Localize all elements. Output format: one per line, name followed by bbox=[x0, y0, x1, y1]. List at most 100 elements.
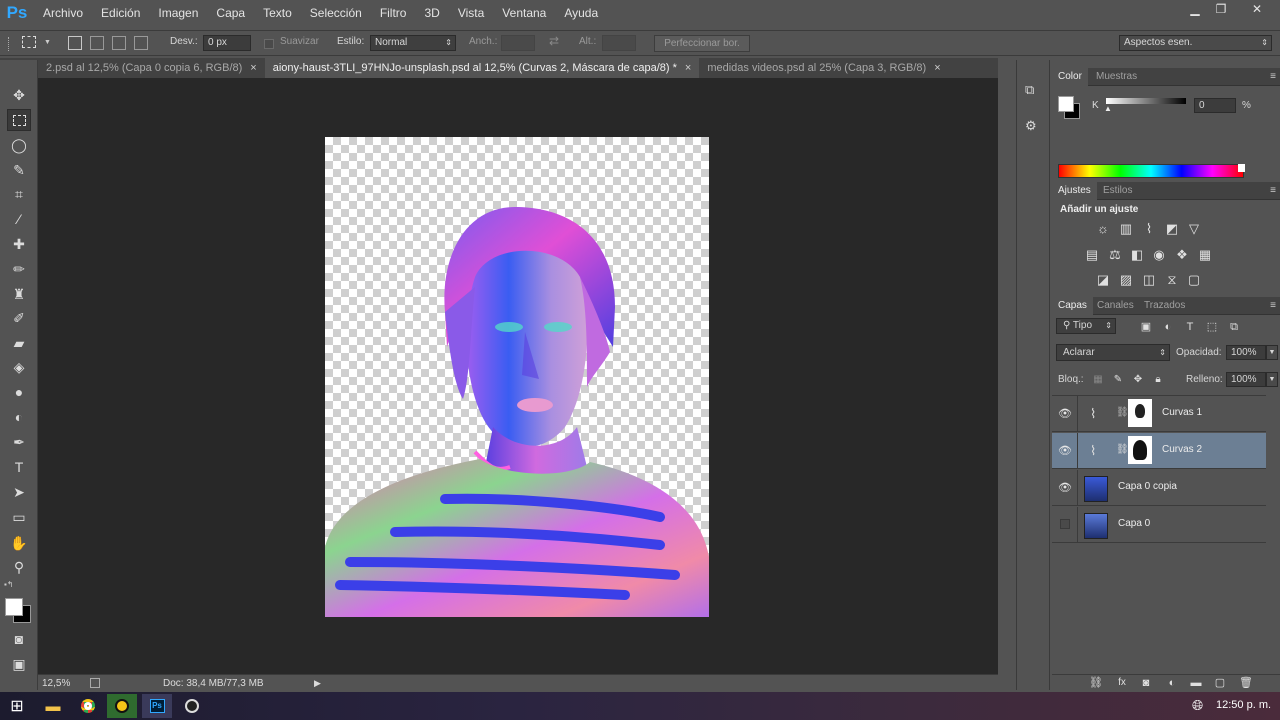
hue-saturation-icon[interactable]: ▤ bbox=[1084, 248, 1100, 262]
history-icon[interactable]: ⧉ bbox=[1025, 82, 1041, 100]
blend-mode-select[interactable]: Aclarar ⇕ bbox=[1056, 344, 1170, 361]
menu-filtro[interactable]: Filtro bbox=[371, 0, 416, 26]
close-icon[interactable]: × bbox=[934, 58, 940, 78]
tab-ajustes[interactable]: Ajustes bbox=[1052, 182, 1097, 200]
visibility-toggle[interactable]: 👁︎ bbox=[1052, 470, 1078, 506]
trash-icon[interactable]: 🗑︎ bbox=[1238, 676, 1254, 690]
default-colors-icon[interactable]: ▪↰ bbox=[4, 580, 14, 589]
fx-icon[interactable]: fx bbox=[1114, 676, 1130, 690]
play-icon[interactable]: ▶ bbox=[314, 678, 321, 689]
opacity-dropdown-icon[interactable]: ▼ bbox=[1266, 345, 1278, 360]
menu-edicion[interactable]: Edición bbox=[92, 0, 149, 26]
zoom-level[interactable]: 12,5% bbox=[42, 678, 70, 689]
new-group-icon[interactable]: ▬ bbox=[1188, 676, 1204, 690]
app-icon[interactable] bbox=[107, 694, 137, 718]
document-canvas[interactable] bbox=[325, 137, 709, 617]
menu-vista[interactable]: Vista bbox=[449, 0, 493, 26]
link-icon[interactable]: ⛓︎ bbox=[1116, 407, 1129, 418]
exposure-icon[interactable]: ◩ bbox=[1164, 222, 1180, 236]
fill-dropdown-icon[interactable]: ▼ bbox=[1266, 372, 1278, 387]
black-white-icon[interactable]: ◧ bbox=[1129, 248, 1145, 262]
visibility-toggle[interactable] bbox=[1052, 507, 1078, 543]
eraser-tool-icon[interactable]: ▰ bbox=[7, 332, 31, 354]
add-mask-icon[interactable]: ◙ bbox=[1138, 676, 1154, 690]
pen-tool-icon[interactable]: ✒ bbox=[7, 431, 31, 453]
quick-selection-tool-icon[interactable]: ✎ bbox=[7, 159, 31, 181]
filter-adjust-icon[interactable]: ◐ bbox=[1160, 320, 1176, 334]
photo-filter-icon[interactable]: ◉ bbox=[1151, 248, 1167, 262]
chevron-down-icon[interactable]: ▼ bbox=[44, 39, 51, 46]
clock[interactable]: 12:50 p. m. bbox=[1216, 699, 1271, 711]
layer-filter-select[interactable]: ⚲ Tipo ⇕ bbox=[1056, 318, 1116, 334]
layer-curvas-1[interactable]: 👁︎ ⌇ ⛓︎ Curvas 1 bbox=[1052, 396, 1266, 432]
layer-capa-0[interactable]: Capa 0 bbox=[1052, 507, 1266, 543]
anch-input[interactable] bbox=[501, 35, 535, 51]
menu-texto[interactable]: Texto bbox=[254, 0, 301, 26]
chrome-icon[interactable] bbox=[73, 694, 103, 718]
visibility-toggle[interactable]: 👁︎ bbox=[1052, 433, 1078, 469]
opacity-input[interactable]: 100% bbox=[1226, 345, 1266, 360]
swap-icon[interactable]: ⇄ bbox=[549, 34, 559, 48]
type-tool-icon[interactable]: T bbox=[7, 456, 31, 478]
tab-capas[interactable]: Capas bbox=[1052, 297, 1093, 315]
link-layers-icon[interactable]: ⛓︎ bbox=[1088, 676, 1104, 690]
folder-icon[interactable]: ▬ bbox=[38, 694, 68, 718]
suavizar-checkbox[interactable] bbox=[264, 39, 274, 49]
document-workspace[interactable] bbox=[38, 78, 998, 674]
gradient-map-icon[interactable]: ⧖ bbox=[1164, 273, 1180, 287]
panel-menu-icon[interactable]: ≡ bbox=[1270, 300, 1276, 311]
screen-mode-icon[interactable]: ▣ bbox=[7, 653, 31, 675]
menu-seleccion[interactable]: Selección bbox=[301, 0, 371, 26]
panel-menu-icon[interactable]: ≡ bbox=[1270, 71, 1276, 82]
lasso-tool-icon[interactable]: ◯ bbox=[7, 134, 31, 156]
foreground-color-swatch[interactable] bbox=[5, 598, 23, 616]
layer-capa-0-copia[interactable]: 👁︎ Capa 0 copia bbox=[1052, 470, 1266, 506]
k-slider[interactable] bbox=[1106, 98, 1186, 104]
visibility-toggle[interactable]: 👁︎ bbox=[1052, 396, 1078, 432]
vibrance-icon[interactable]: ▽ bbox=[1186, 222, 1202, 236]
healing-brush-tool-icon[interactable]: ✚ bbox=[7, 233, 31, 255]
menu-archivo[interactable]: Archivo bbox=[34, 0, 92, 26]
close-icon[interactable]: × bbox=[250, 58, 256, 78]
filter-pixel-icon[interactable]: ▣ bbox=[1138, 320, 1154, 334]
brightness-icon[interactable]: ☼ bbox=[1095, 222, 1111, 236]
path-selection-tool-icon[interactable]: ➤ bbox=[7, 481, 31, 503]
restore-button[interactable]: ❐ bbox=[1204, 0, 1238, 18]
link-icon[interactable]: ⛓︎ bbox=[1116, 444, 1129, 455]
add-selection-icon[interactable] bbox=[90, 36, 104, 50]
levels-icon[interactable]: ▥ bbox=[1118, 222, 1134, 236]
slider-handle-icon[interactable]: ▲ bbox=[1104, 104, 1112, 113]
quick-mask-icon[interactable]: ◙ bbox=[7, 628, 31, 650]
foreground-swatch[interactable] bbox=[1058, 96, 1074, 112]
obs-icon[interactable] bbox=[177, 694, 207, 718]
panel-menu-icon[interactable]: ≡ bbox=[1270, 185, 1276, 196]
language-icon[interactable]: 🌐︎ bbox=[1192, 697, 1203, 714]
tab-color[interactable]: Color bbox=[1052, 68, 1088, 86]
channel-mixer-icon[interactable]: ❖ bbox=[1174, 248, 1190, 262]
lock-all-icon[interactable]: 🔒︎ bbox=[1150, 373, 1166, 387]
close-icon[interactable]: × bbox=[685, 58, 691, 78]
blur-tool-icon[interactable]: ● bbox=[7, 381, 31, 403]
filter-type-icon[interactable]: T bbox=[1182, 320, 1198, 334]
subtract-selection-icon[interactable] bbox=[112, 36, 126, 50]
filter-shape-icon[interactable]: ⬚ bbox=[1204, 320, 1220, 334]
move-tool-icon[interactable]: ✥ bbox=[7, 84, 31, 106]
tab-trazados[interactable]: Trazados bbox=[1138, 297, 1191, 315]
tab-medidas-videos[interactable]: medidas videos.psd al 25% (Capa 3, RGB/8… bbox=[699, 58, 948, 78]
paint-bucket-tool-icon[interactable]: ◈ bbox=[7, 356, 31, 378]
dodge-tool-icon[interactable]: ◐ bbox=[7, 406, 31, 428]
tab-aiony-haust[interactable]: aiony-haust-3TLI_97HNJo-unsplash.psd al … bbox=[264, 58, 700, 78]
history-brush-tool-icon[interactable]: ✐ bbox=[7, 307, 31, 329]
lock-transparency-icon[interactable]: ▦ bbox=[1090, 373, 1106, 387]
windows-icon[interactable]: ⊞ bbox=[2, 694, 32, 718]
clone-stamp-tool-icon[interactable]: ♜ bbox=[7, 283, 31, 305]
rectangle-tool-icon[interactable]: ▭ bbox=[7, 506, 31, 528]
posterize-icon[interactable]: ▨ bbox=[1118, 273, 1134, 287]
hand-tool-icon[interactable]: ✋ bbox=[7, 532, 31, 554]
selective-color-icon[interactable]: ▢ bbox=[1186, 273, 1202, 287]
desv-input[interactable]: 0 px bbox=[203, 35, 251, 51]
perfeccionar-button[interactable]: Perfeccionar bor. bbox=[654, 35, 750, 52]
color-balance-icon[interactable]: ⚖ bbox=[1107, 248, 1123, 262]
layer-curvas-2[interactable]: 👁︎ ⌇ ⛓︎ Curvas 2 bbox=[1052, 433, 1266, 469]
fill-input[interactable]: 100% bbox=[1226, 372, 1266, 387]
